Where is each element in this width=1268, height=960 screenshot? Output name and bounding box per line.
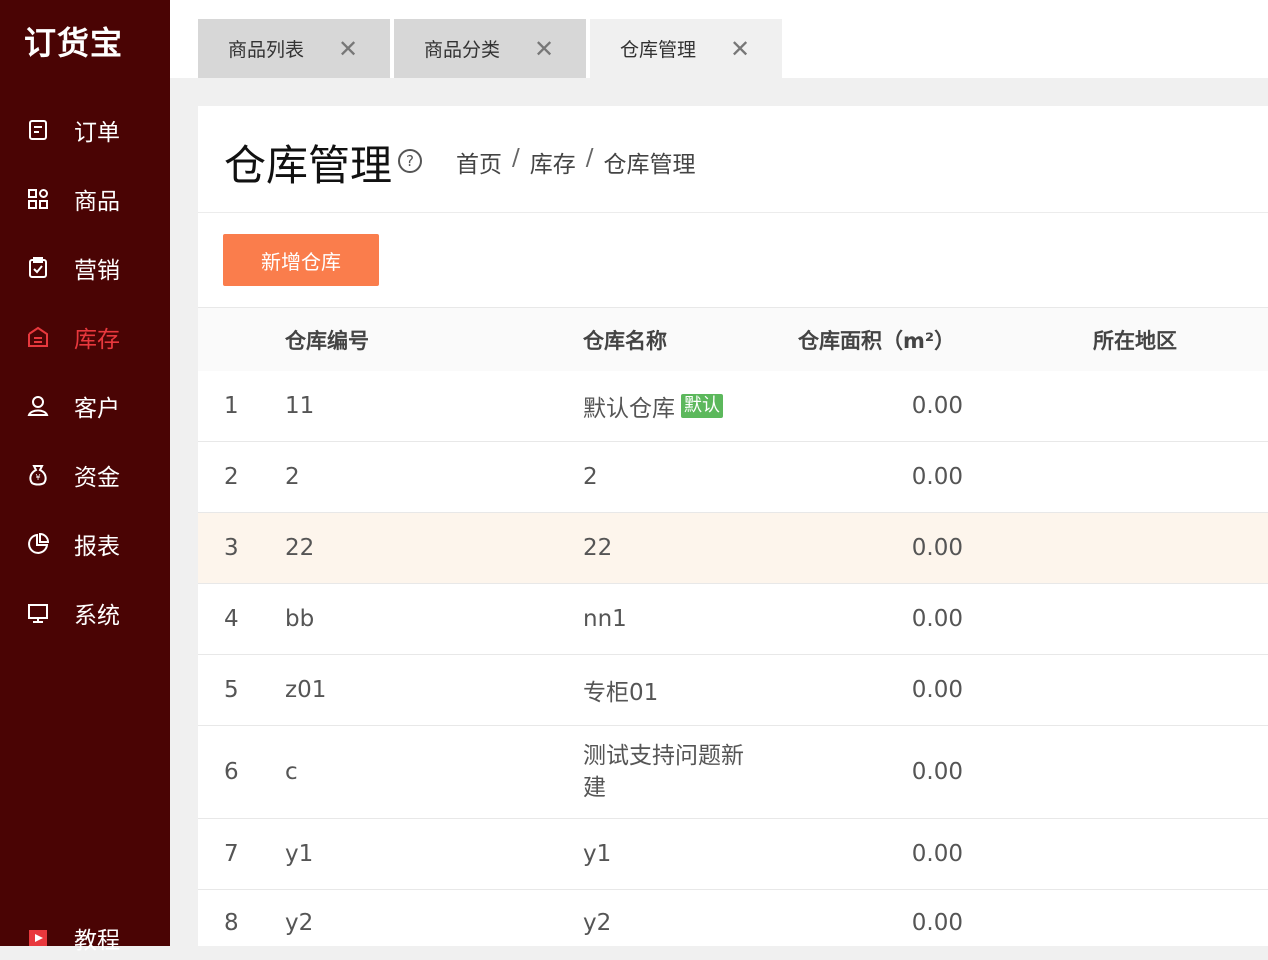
sidebar-item-products[interactable]: 商品 [0, 177, 170, 221]
warehouse-code: z01 [285, 677, 327, 703]
sidebar-item-funds[interactable]: ¥ 资金 [0, 453, 170, 497]
row-index: 5 [224, 677, 239, 703]
warehouse-icon [24, 323, 52, 351]
table-row[interactable]: 2 2 2 0.00 [198, 442, 1268, 513]
money-bag-icon: ¥ [24, 461, 52, 489]
row-index: 6 [224, 759, 239, 785]
table-row[interactable]: 8 y2 y2 0.00 [198, 890, 1268, 946]
table-row[interactable]: 7 y1 y1 0.00 [198, 819, 1268, 890]
table-row[interactable]: 3 22 22 0.00 [198, 513, 1268, 584]
warehouse-area: 0.00 [911, 841, 963, 867]
warehouse-name: y2 [583, 910, 612, 936]
breadcrumb: 首页 / 库存 / 仓库管理 [456, 145, 696, 179]
warehouse-name: 默认仓库 [583, 396, 675, 422]
warehouse-code: 2 [285, 464, 300, 490]
help-icon[interactable]: ? [398, 149, 422, 173]
sidebar-item-label: 资金 [74, 465, 120, 491]
warehouse-name-cell: 测试支持问题新建 [583, 726, 753, 818]
breadcrumb-separator: / [585, 145, 594, 171]
pie-chart-icon [24, 530, 52, 558]
tab-label: 仓库管理 [620, 39, 697, 61]
monitor-icon [24, 599, 52, 627]
warehouse-area: 0.00 [911, 910, 963, 936]
page-title: 仓库管理 [224, 141, 393, 190]
column-header-area[interactable]: 仓库面积（m²） [798, 308, 955, 371]
tab-label: 商品分类 [424, 39, 501, 61]
warehouse-code: c [285, 759, 298, 785]
row-index: 3 [224, 535, 239, 561]
sidebar-item-label: 订单 [74, 120, 120, 146]
breadcrumb-home[interactable]: 首页 [456, 145, 502, 179]
warehouse-name: 专柜01 [583, 680, 659, 706]
warehouse-name: 2 [583, 464, 598, 490]
sidebar-item-label: 系统 [74, 603, 120, 629]
warehouse-area: 0.00 [911, 535, 963, 561]
play-icon [24, 924, 52, 952]
row-index: 8 [224, 910, 239, 936]
warehouse-name-cell: 默认仓库 默认 [583, 371, 723, 441]
table-row[interactable]: 1 11 默认仓库 默认 0.00 [198, 371, 1268, 442]
sidebar-item-label: 商品 [74, 189, 120, 215]
warehouse-code: bb [285, 606, 315, 632]
sidebar-item-inventory[interactable]: 库存 [0, 315, 170, 359]
row-index: 1 [224, 393, 239, 419]
tab-product-category[interactable]: 商品分类 ✕ [394, 19, 586, 78]
column-header-name[interactable]: 仓库名称 [583, 308, 667, 371]
warehouse-name: 测试支持问题新建 [583, 743, 744, 801]
table-header: 仓库编号 仓库名称 仓库面积（m²） 所在地区 [198, 307, 1268, 372]
app-logo: 订货宝 [24, 24, 124, 62]
close-icon[interactable]: ✕ [534, 37, 554, 61]
sidebar-item-reports[interactable]: 报表 [0, 522, 170, 566]
warehouse-area: 0.00 [911, 677, 963, 703]
sidebar-item-marketing[interactable]: 营销 [0, 246, 170, 290]
sidebar-item-label: 客户 [74, 396, 120, 422]
user-icon [24, 392, 52, 420]
row-index: 4 [224, 606, 239, 632]
warehouse-code: 11 [285, 393, 315, 419]
sidebar-item-label: 库存 [74, 327, 120, 353]
warehouse-name: y1 [583, 841, 612, 867]
warehouse-name: nn1 [583, 606, 627, 632]
sidebar-item-label: 报表 [74, 534, 120, 560]
default-badge: 默认 [681, 394, 723, 418]
row-index: 7 [224, 841, 239, 867]
clipboard-check-icon [24, 254, 52, 282]
add-warehouse-button[interactable]: 新增仓库 [223, 234, 379, 286]
order-icon [24, 116, 52, 144]
tab-warehouse-management[interactable]: 仓库管理 ✕ [590, 19, 782, 78]
warehouse-code: y2 [285, 910, 314, 936]
warehouse-area: 0.00 [911, 393, 963, 419]
sidebar-item-tutorial[interactable]: 教程 [0, 916, 170, 960]
column-header-region[interactable]: 所在地区 [1093, 308, 1177, 371]
tab-product-list[interactable]: 商品列表 ✕ [198, 19, 390, 78]
warehouse-name: 22 [583, 535, 613, 561]
warehouse-area: 0.00 [911, 759, 963, 785]
row-index: 2 [224, 464, 239, 490]
column-header-code[interactable]: 仓库编号 [285, 308, 369, 371]
svg-text:¥: ¥ [35, 473, 40, 482]
table-row[interactable]: 6 c 测试支持问题新建 0.00 [198, 726, 1268, 819]
warehouse-area: 0.00 [911, 606, 963, 632]
breadcrumb-current: 仓库管理 [603, 152, 696, 178]
sidebar-item-label: 营销 [74, 258, 120, 284]
sidebar-item-system[interactable]: 系统 [0, 591, 170, 635]
table-row[interactable]: 5 z01 专柜01 0.00 [198, 655, 1268, 726]
tab-bar: 商品列表 ✕ 商品分类 ✕ 仓库管理 ✕ [170, 0, 1268, 78]
warehouse-area: 0.00 [911, 464, 963, 490]
table-row[interactable]: 4 bb nn1 0.00 [198, 584, 1268, 655]
warehouse-code: 22 [285, 535, 315, 561]
divider [198, 212, 1268, 213]
warehouse-code: y1 [285, 841, 314, 867]
breadcrumb-inventory[interactable]: 库存 [530, 145, 576, 179]
sidebar: 订货宝 订单 商品 营销 库存 客户 ¥ 资金 报表 系统 教程 [0, 0, 170, 954]
sidebar-item-label: 教程 [74, 928, 120, 954]
tab-label: 商品列表 [228, 39, 305, 61]
sidebar-item-customers[interactable]: 客户 [0, 384, 170, 428]
close-icon[interactable]: ✕ [338, 37, 358, 61]
grid-icon [24, 185, 52, 213]
close-icon[interactable]: ✕ [730, 37, 750, 61]
breadcrumb-separator: / [512, 145, 520, 171]
main-panel: 仓库管理 ? 首页 / 库存 / 仓库管理 新增仓库 仓库编号 仓库名称 仓库面… [198, 106, 1268, 946]
sidebar-item-orders[interactable]: 订单 [0, 108, 170, 152]
